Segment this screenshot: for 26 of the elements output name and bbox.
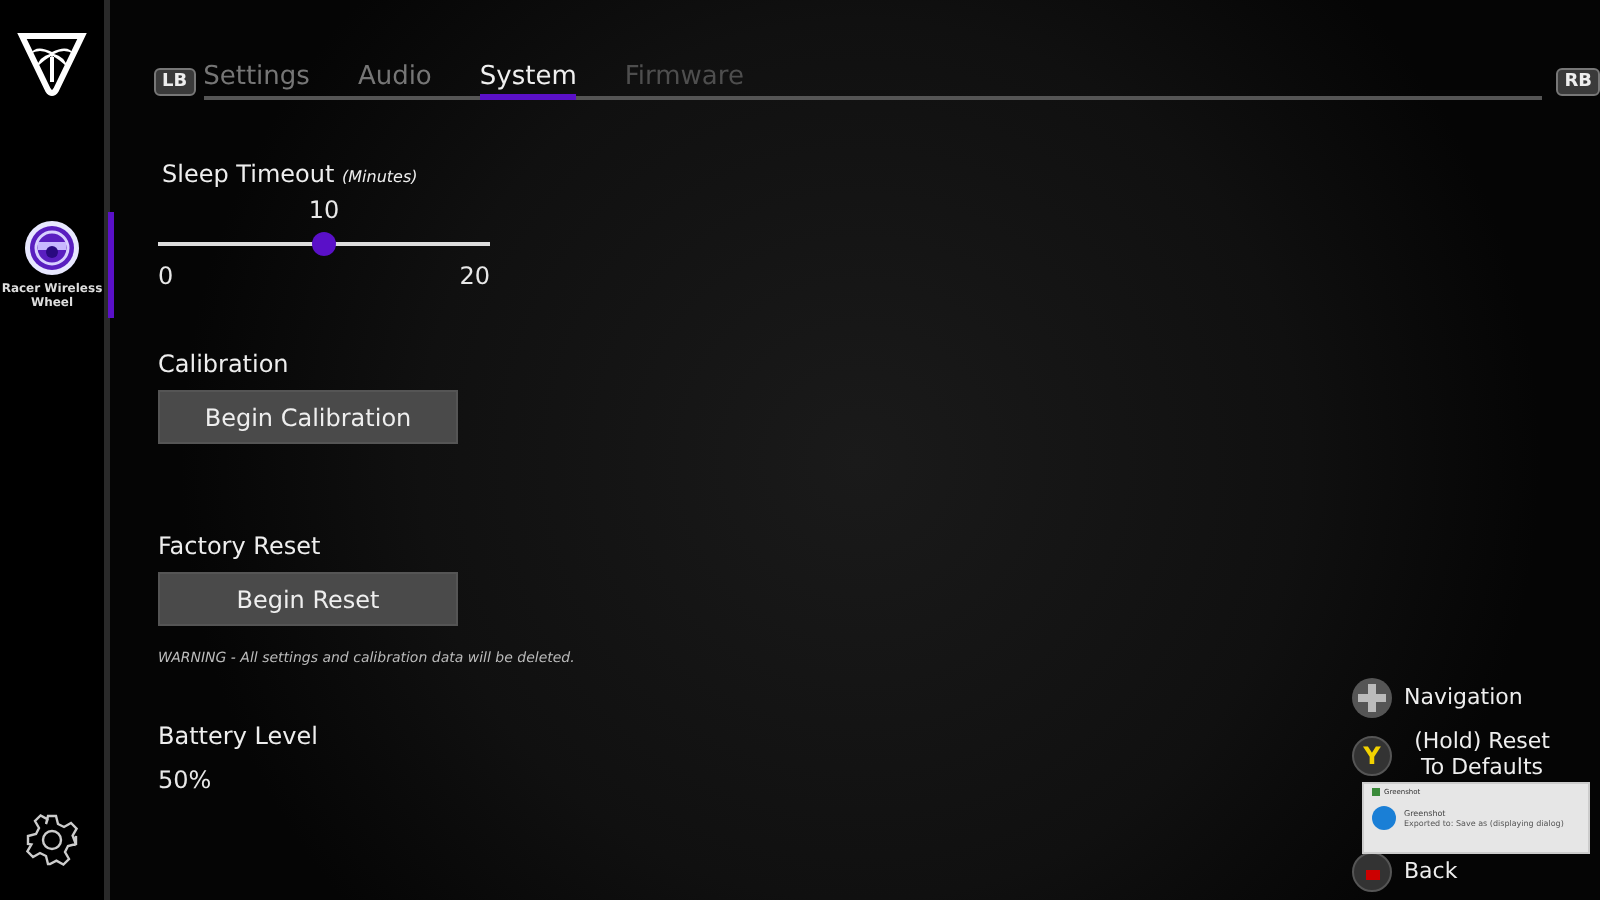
y-button-icon: Y — [1352, 735, 1392, 776]
legend-label: (Hold) Reset To Defaults — [1412, 730, 1552, 781]
slider-thumb[interactable] — [312, 232, 336, 256]
battery-value: 50% — [158, 766, 212, 794]
tab[interactable]: Settings — [203, 62, 310, 100]
dpad-icon — [1352, 678, 1392, 718]
slider-min: 0 — [158, 262, 174, 290]
app-icon — [1372, 788, 1380, 796]
slider-max: 20 — [459, 262, 490, 290]
settings-icon[interactable] — [24, 812, 80, 868]
calibration-heading: Calibration — [158, 350, 289, 378]
tab[interactable]: Audio — [357, 62, 432, 100]
sleep-timeout-label: Sleep Timeout (Minutes) — [162, 160, 420, 188]
left-bumper-badge: LB — [154, 67, 196, 95]
begin-calibration-button[interactable]: Begin Calibration — [158, 390, 458, 444]
tab[interactable]: System — [479, 62, 577, 100]
legend-label: Back — [1404, 859, 1460, 886]
right-bumper-badge: RB — [1556, 67, 1600, 95]
legend-label: Navigation — [1404, 685, 1525, 711]
steering-wheel-icon — [24, 220, 80, 276]
battery-heading: Battery Level — [158, 722, 318, 750]
factory-reset-heading: Factory Reset — [158, 532, 321, 560]
b-button-icon — [1352, 852, 1392, 893]
info-icon — [1372, 806, 1396, 830]
begin-reset-button[interactable]: Begin Reset — [158, 572, 458, 626]
slider-value: 10 — [306, 196, 342, 224]
